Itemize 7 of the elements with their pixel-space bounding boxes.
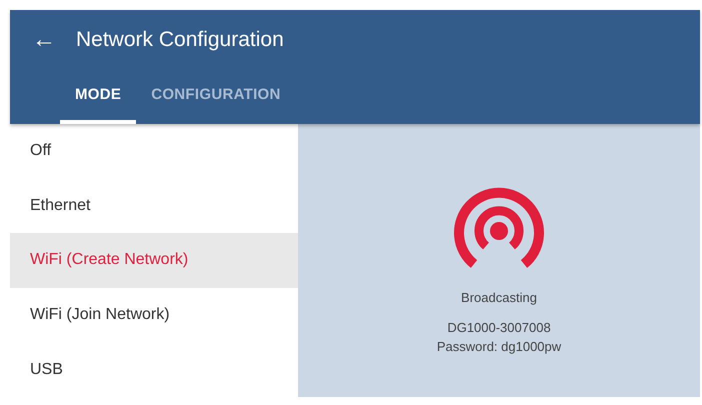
tab[interactable]: CONFIGURATION	[136, 70, 296, 124]
mode-item[interactable]: WiFi (Create Network)	[10, 233, 298, 288]
status-text: Broadcasting	[461, 289, 537, 308]
back-button[interactable]: ←	[32, 28, 56, 52]
network-name: DG1000-3007008	[447, 318, 551, 337]
password-text: Password: dg1000pw	[436, 338, 562, 356]
screen-title: Network Configuration	[76, 27, 284, 54]
